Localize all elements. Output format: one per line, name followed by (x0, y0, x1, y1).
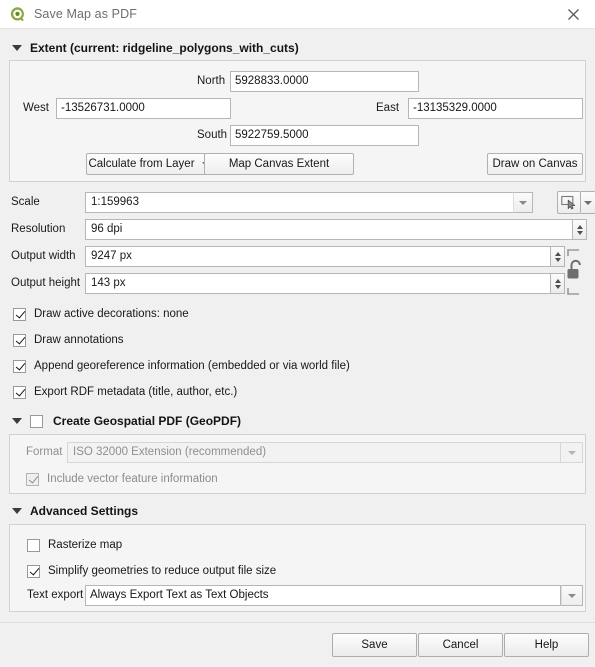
geopdf-group-title: Create Geospatial PDF (GeoPDF) (53, 414, 242, 428)
south-label: South (197, 129, 228, 141)
stepper-down-icon (554, 257, 561, 262)
output-height-label: Output height (11, 277, 81, 289)
option-export-rdf-metadata[interactable]: Export RDF metadata (title, author, etc.… (9, 379, 586, 405)
help-button-label: Help (534, 639, 559, 651)
geopdf-group-header[interactable]: Create Geospatial PDF (GeoPDF) (9, 411, 586, 431)
option-label: Include vector feature information (47, 473, 218, 485)
option-include-vector-feature-info[interactable]: Include vector feature information (26, 466, 218, 492)
cancel-button[interactable]: Cancel (418, 633, 503, 657)
format-label: Format (26, 446, 63, 458)
advanced-group-header[interactable]: Advanced Settings (9, 501, 586, 521)
option-simplify-geometries[interactable]: Simplify geometries to reduce output fil… (27, 558, 276, 584)
option-label: Simplify geometries to reduce output fil… (48, 565, 277, 577)
text-export-select[interactable]: Always Export Text as Text Objects (85, 585, 561, 606)
chevron-down-icon (584, 200, 592, 205)
format-dropdown-arrow[interactable] (561, 442, 583, 463)
west-label: West (23, 102, 49, 114)
output-height-input[interactable]: 143 px (85, 273, 565, 294)
checkbox-create-geopdf[interactable] (30, 414, 43, 428)
checkbox-append-georeference[interactable] (13, 359, 26, 373)
option-rasterize-map[interactable]: Rasterize map (27, 532, 122, 558)
option-label: Draw active decorations: none (34, 308, 189, 320)
map-canvas-extent-label: Map Canvas Extent (228, 158, 330, 170)
north-label: North (197, 75, 226, 87)
option-append-georeference[interactable]: Append georeference information (embedde… (9, 353, 586, 379)
east-label: East (376, 102, 400, 114)
text-export-label: Text export (27, 589, 84, 601)
extent-group-title: Extent (current: ridgeline_polygons_with… (30, 41, 299, 55)
canvas-pick-icon[interactable] (557, 191, 581, 214)
west-input[interactable]: -13526731.0000 (56, 98, 231, 119)
scale-row: Scale 1:159963 (9, 189, 595, 216)
cancel-button-label: Cancel (442, 639, 479, 651)
calculate-from-layer-button[interactable]: Calculate from Layer (86, 153, 210, 175)
chevron-down-icon (568, 593, 576, 598)
option-draw-annotations[interactable]: Draw annotations (9, 327, 586, 353)
option-label: Append georeference information (embedde… (34, 360, 350, 372)
format-select[interactable]: ISO 32000 Extension (recommended) (67, 442, 561, 463)
dialog-content: Extent (current: ridgeline_polygons_with… (0, 38, 595, 612)
collapse-triangle-icon[interactable] (12, 45, 22, 51)
canvas-pick-dropdown-arrow[interactable] (581, 191, 595, 214)
stepper-down-icon (554, 284, 561, 289)
option-label: Export RDF metadata (title, author, etc.… (34, 386, 238, 398)
save-button-label: Save (361, 639, 388, 651)
draw-on-canvas-button[interactable]: Draw on Canvas (487, 153, 583, 175)
stepper-down-icon (576, 230, 583, 235)
option-label: Rasterize map (48, 539, 123, 551)
draw-on-canvas-label: Draw on Canvas (492, 158, 578, 170)
scale-input[interactable]: 1:159963 (85, 192, 533, 213)
close-icon[interactable] (551, 0, 595, 29)
north-input[interactable]: 5928833.0000 (230, 71, 419, 92)
chevron-down-icon (567, 450, 576, 455)
unlocked-padlock-icon (567, 249, 581, 295)
extent-group-header[interactable]: Extent (current: ridgeline_polygons_with… (9, 38, 586, 58)
help-button[interactable]: Help (504, 633, 589, 657)
checkbox-draw-annotations[interactable] (13, 333, 26, 347)
advanced-group-box: Rasterize map Simplify geometries to red… (9, 524, 586, 612)
stepper-up-icon (554, 251, 561, 256)
checkbox-draw-decorations[interactable] (13, 307, 26, 321)
resolution-row: Resolution 96 dpi (9, 216, 587, 243)
resolution-label: Resolution (11, 223, 66, 235)
scale-dropdown-arrow[interactable] (513, 192, 533, 213)
checkbox-simplify-geometries[interactable] (27, 564, 40, 578)
checkbox-rasterize-map[interactable] (27, 538, 40, 552)
advanced-group-title: Advanced Settings (30, 504, 139, 518)
title-bar: Save Map as PDF (0, 0, 595, 29)
extent-group-box: North 5928833.0000 West -13526731.0000 E… (9, 60, 586, 182)
collapse-triangle-icon[interactable] (12, 508, 22, 514)
option-draw-decorations[interactable]: Draw active decorations: none (9, 301, 586, 327)
scale-label: Scale (11, 196, 40, 208)
output-height-row: Output height 143 px (9, 270, 586, 297)
resolution-input[interactable]: 96 dpi (85, 219, 587, 240)
stepper-up-icon (554, 278, 561, 283)
option-label: Draw annotations (34, 334, 124, 346)
dialog-footer: Save Cancel Help (0, 622, 595, 667)
qgis-logo-icon (9, 6, 26, 23)
text-export-dropdown-arrow[interactable] (561, 585, 583, 606)
aspect-ratio-lock[interactable] (562, 248, 588, 296)
window-title: Save Map as PDF (34, 7, 137, 21)
south-input[interactable]: 5922759.5000 (230, 125, 419, 146)
resolution-stepper[interactable] (572, 219, 587, 240)
save-button[interactable]: Save (332, 633, 417, 657)
output-width-row: Output width 9247 px (9, 243, 586, 270)
east-input[interactable]: -13135329.0000 (408, 98, 583, 119)
geopdf-group-box: Format ISO 32000 Extension (recommended)… (9, 434, 586, 494)
output-width-input[interactable]: 9247 px (85, 246, 565, 267)
checkbox-export-rdf-metadata[interactable] (13, 385, 26, 399)
chevron-down-icon (519, 200, 527, 205)
collapse-triangle-icon[interactable] (12, 418, 22, 424)
output-width-label: Output width (11, 250, 76, 262)
stepper-up-icon (576, 224, 583, 229)
map-canvas-extent-button[interactable]: Map Canvas Extent (204, 153, 354, 175)
calculate-from-layer-label: Calculate from Layer (88, 158, 195, 170)
checkbox-include-vector-feature-info[interactable] (26, 472, 39, 486)
